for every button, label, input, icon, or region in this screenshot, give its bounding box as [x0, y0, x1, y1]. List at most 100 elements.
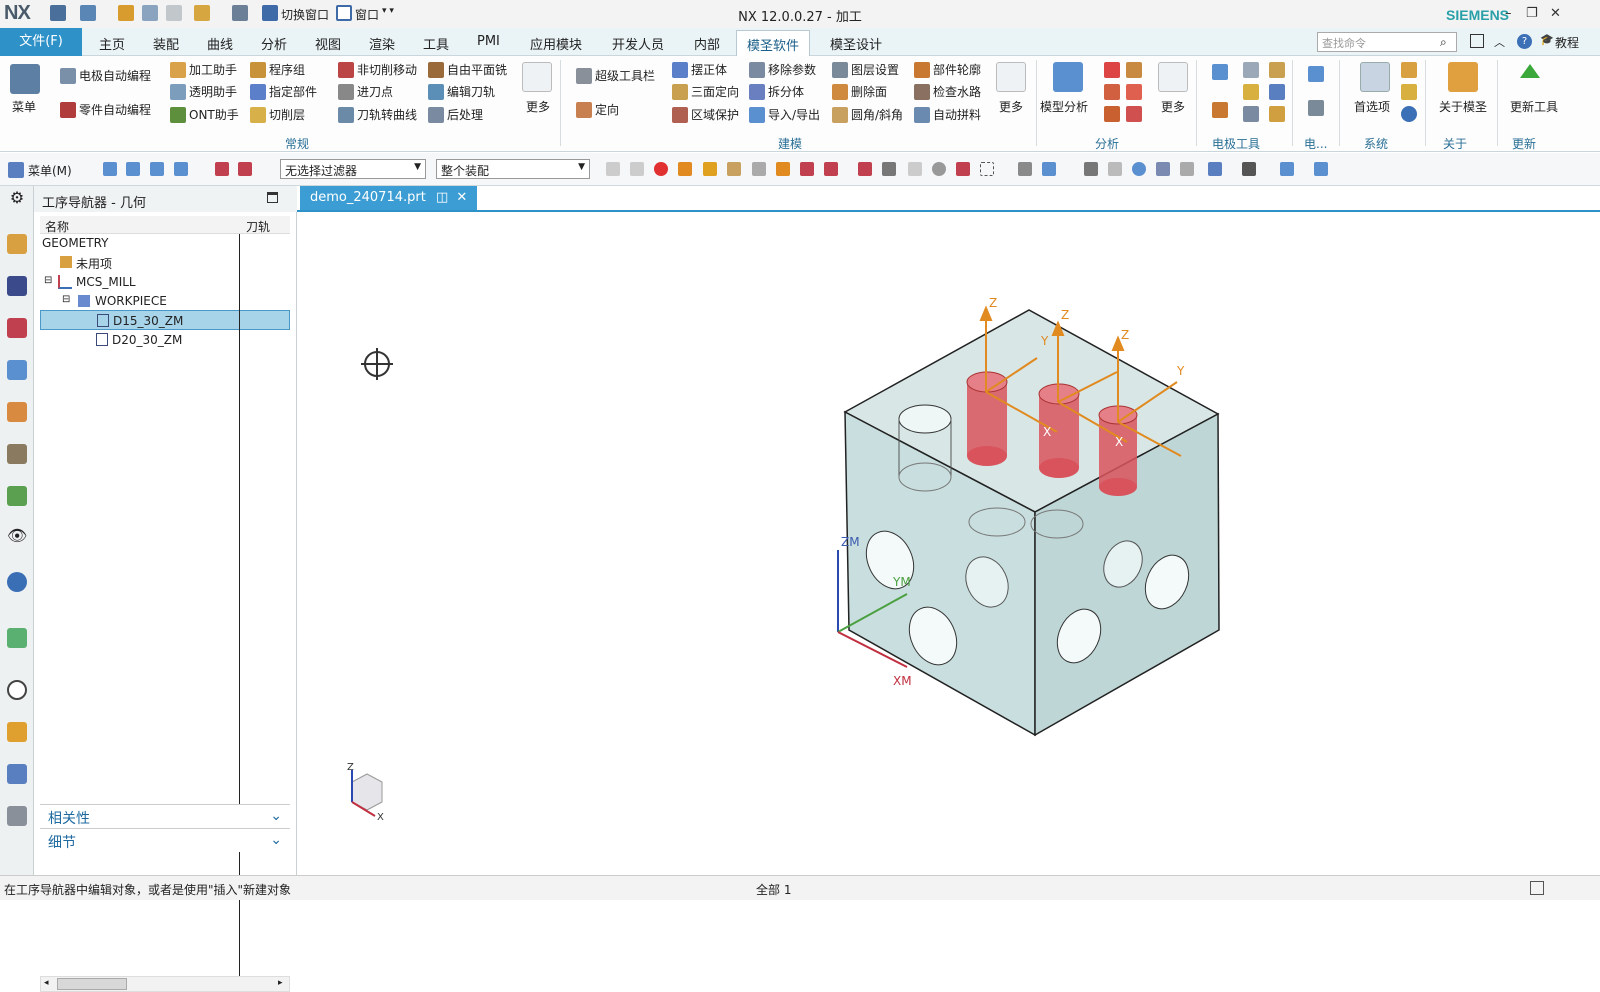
minimize-icon[interactable]: –: [1505, 6, 1512, 21]
tree-row-mcs-mill[interactable]: ⊟ MCS_MILL: [40, 272, 290, 292]
update-tool-button[interactable]: 更新工具: [1510, 98, 1558, 115]
history-icon[interactable]: [7, 680, 27, 700]
collapse-icon[interactable]: ⊟: [44, 275, 52, 286]
preferences-icon[interactable]: [1360, 62, 1390, 92]
toolbar-tool-icon[interactable]: [1280, 162, 1294, 176]
fullscreen-icon[interactable]: [1470, 34, 1484, 48]
toolbar-tool-icon[interactable]: [908, 162, 922, 176]
collapse-ribbon-icon[interactable]: ︿: [1494, 34, 1505, 50]
preferences-button[interactable]: 首选项: [1354, 98, 1390, 115]
info-icon[interactable]: [7, 572, 27, 592]
collapse-icon[interactable]: ⊟: [62, 294, 70, 305]
system-tool-icon[interactable]: [1401, 62, 1417, 78]
viewport-canvas[interactable]: Z Z Z Y Y X X ZM YM XM Z X: [297, 212, 1600, 875]
transparent-assistant-button[interactable]: 透明助手: [170, 83, 237, 100]
electrode-tool-icon[interactable]: [1243, 84, 1259, 100]
electrode-tool-icon[interactable]: [1269, 106, 1285, 122]
weight-icon[interactable]: [1104, 62, 1120, 78]
tab-assembly[interactable]: 装配: [153, 34, 179, 53]
tab-home[interactable]: 主页: [99, 34, 125, 53]
analysis-tool-icon[interactable]: [1104, 84, 1120, 100]
free-planar-mill-button[interactable]: 自由平面铣: [428, 61, 507, 78]
tab-mosheng-software[interactable]: 模圣软件: [736, 30, 811, 56]
help-icon[interactable]: [1401, 106, 1417, 122]
graphics-window[interactable]: Z Z Z Y Y X X ZM YM XM Z X: [297, 212, 1600, 875]
menu-button[interactable]: 菜单: [12, 98, 36, 115]
part-auto-program-button[interactable]: 零件自动编程: [60, 101, 151, 118]
toolbar-tool-icon[interactable]: [174, 162, 188, 176]
dependencies-panel[interactable]: 相关性 ⌄: [40, 804, 290, 828]
system-materials-icon[interactable]: [7, 806, 27, 826]
tab-applications[interactable]: 应用模块: [530, 34, 582, 53]
tab-render[interactable]: 渲染: [369, 34, 395, 53]
toolbar-tool-icon[interactable]: [606, 162, 620, 176]
close-icon[interactable]: ✕: [1550, 6, 1561, 21]
remove-parameters-button[interactable]: 移除参数: [749, 61, 816, 78]
tree-row-workpiece[interactable]: ⊟ WORKPIECE: [40, 291, 290, 311]
post-process-button[interactable]: 后处理: [428, 106, 483, 123]
search-icon[interactable]: ⌕: [1440, 35, 1447, 50]
toolbar-tool-icon[interactable]: [858, 162, 872, 176]
horizontal-scrollbar[interactable]: ◂ ▸: [40, 976, 290, 992]
tab-developer[interactable]: 开发人员: [612, 34, 664, 53]
electrode-tool-icon[interactable]: [1269, 62, 1285, 78]
toolbar-tool-icon[interactable]: [126, 162, 140, 176]
square-body-button[interactable]: 摆正体: [672, 61, 727, 78]
scroll-left-icon[interactable]: ◂: [44, 978, 49, 988]
toolbar-tool-icon[interactable]: [215, 162, 229, 176]
toolbar-tool-icon[interactable]: [882, 162, 896, 176]
tab-analysis[interactable]: 分析: [261, 34, 287, 53]
specify-part-button[interactable]: 指定部件: [250, 83, 317, 100]
machine-tool-navigator-icon[interactable]: [7, 402, 27, 422]
auto-stock-button[interactable]: 自动拼料: [914, 106, 981, 123]
more-analysis-button[interactable]: 更多: [1161, 98, 1185, 115]
toolbar-tool-icon[interactable]: [752, 162, 766, 176]
more-modeling-icon[interactable]: [996, 62, 1026, 92]
split-body-button[interactable]: 拆分体: [749, 83, 804, 100]
close-tab-icon[interactable]: ✕: [456, 190, 467, 205]
tutorial-icon[interactable]: 🎓: [1540, 33, 1554, 46]
eye-icon[interactable]: 👁: [7, 526, 27, 546]
feature-navigator-icon[interactable]: [7, 444, 27, 464]
toolbar-tool-icon[interactable]: [150, 162, 164, 176]
help-icon[interactable]: ?: [1517, 34, 1532, 49]
toolbar-tool-icon[interactable]: [1180, 162, 1194, 176]
menu-icon[interactable]: [10, 64, 40, 94]
part-outline-button[interactable]: 部件轮廓: [914, 61, 981, 78]
fullscreen-icon[interactable]: [1530, 881, 1544, 895]
tab-pmi[interactable]: PMI: [477, 34, 500, 49]
command-search-input[interactable]: 查找命令: [1317, 32, 1457, 52]
electrode-tool-icon[interactable]: [1243, 62, 1259, 78]
electrode-tool-icon[interactable]: [1212, 64, 1228, 80]
workpiece-block[interactable]: [843, 309, 1220, 737]
model-analysis-icon[interactable]: [1053, 62, 1083, 92]
orient-button[interactable]: 定向: [576, 101, 619, 118]
toolbar-tool-icon[interactable]: [1314, 162, 1328, 176]
scrollbar-thumb[interactable]: [57, 978, 127, 990]
web-browser-icon[interactable]: [7, 628, 27, 648]
toolbar-tool-icon[interactable]: [1132, 162, 1146, 176]
cut-level-button[interactable]: 切削层: [250, 106, 305, 123]
electrode-auto-program-button[interactable]: 电极自动编程: [60, 67, 151, 84]
machining-assistant-button[interactable]: 加工助手: [170, 61, 237, 78]
selection-scope-dropdown[interactable]: 整个装配 ▼: [436, 159, 590, 179]
more-common-button[interactable]: 更多: [526, 98, 550, 115]
electrode-tool-icon[interactable]: [1212, 102, 1228, 118]
edit-toolpath-button[interactable]: 编辑刀轨: [428, 83, 495, 100]
analysis-tool-icon[interactable]: [1126, 106, 1142, 122]
ont-assistant-button[interactable]: ONT助手: [170, 106, 239, 123]
more-analysis-icon[interactable]: [1158, 62, 1188, 92]
more-modeling-button[interactable]: 更多: [999, 98, 1023, 115]
menu-dropdown-button[interactable]: 菜单(M): [28, 162, 72, 179]
toolbar-tool-icon[interactable]: [703, 162, 717, 176]
roles-icon[interactable]: [7, 764, 27, 784]
tree-row-unused-items[interactable]: 未用项: [40, 252, 290, 272]
tab-tools[interactable]: 工具: [423, 34, 449, 53]
about-mosheng-button[interactable]: 关于模圣: [1439, 98, 1487, 115]
tab-internal[interactable]: 内部: [694, 34, 720, 53]
toolbar-tool-icon[interactable]: [1018, 162, 1032, 176]
toolbar-tool-icon[interactable]: [776, 162, 790, 176]
menu-icon[interactable]: [8, 162, 24, 178]
toolbar-tool-icon[interactable]: [238, 162, 252, 176]
about-mosheng-icon[interactable]: [1448, 62, 1478, 92]
